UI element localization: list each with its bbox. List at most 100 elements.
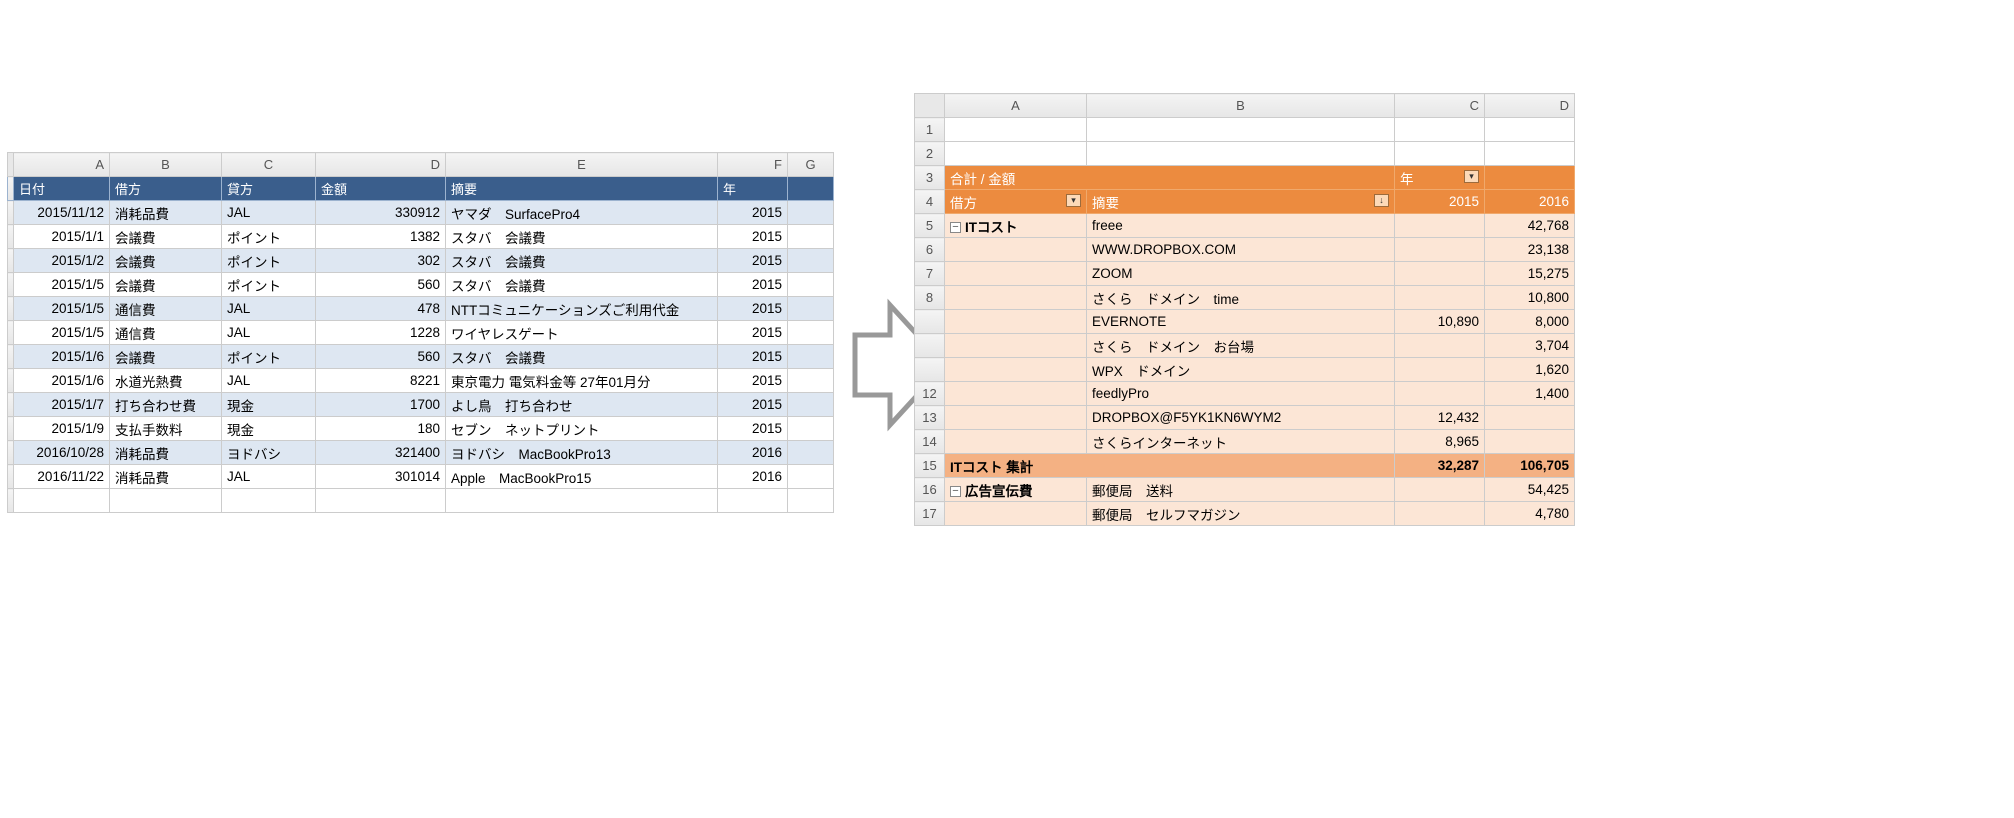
cell[interactable]: 560	[316, 273, 446, 297]
cell[interactable]: ヨドバシ	[222, 441, 316, 465]
cell[interactable]	[788, 345, 834, 369]
cell[interactable]: 1382	[316, 225, 446, 249]
pivot-value-cell[interactable]: 3,704	[1485, 334, 1575, 358]
cell[interactable]	[1395, 142, 1485, 166]
pivot-value-cell[interactable]	[1395, 286, 1485, 310]
pivot-category-cell[interactable]	[945, 430, 1087, 454]
cell[interactable]: 2015	[718, 201, 788, 225]
subtotal-row[interactable]: 15ITコスト 集計32,287106,705	[915, 454, 1575, 478]
row-header[interactable]: 3	[915, 166, 945, 190]
cell[interactable]: 2015/1/6	[14, 345, 110, 369]
cell[interactable]: 会議費	[110, 249, 222, 273]
table-row[interactable]: EVERNOTE10,8908,000	[915, 310, 1575, 334]
cell[interactable]: 2015/1/5	[14, 273, 110, 297]
col-header-C[interactable]: C	[222, 153, 316, 177]
cell[interactable]	[788, 321, 834, 345]
row-header[interactable]	[915, 334, 945, 358]
cell[interactable]: 2015	[718, 249, 788, 273]
cell[interactable]: 2015	[718, 297, 788, 321]
cell[interactable]: スタバ 会議費	[446, 225, 718, 249]
cell[interactable]: 消耗品費	[110, 441, 222, 465]
pivot-value-cell[interactable]	[1395, 238, 1485, 262]
cell[interactable]: JAL	[222, 321, 316, 345]
cell[interactable]: 水道光熱費	[110, 369, 222, 393]
cell[interactable]: 2016	[718, 465, 788, 489]
cell[interactable]: 支払手数料	[110, 417, 222, 441]
row-header[interactable]: 12	[915, 382, 945, 406]
cell[interactable]	[788, 201, 834, 225]
cell[interactable]: 321400	[316, 441, 446, 465]
table-row[interactable]: 13DROPBOX@F5YK1KN6WYM212,432	[915, 406, 1575, 430]
table-row[interactable]: WPX ドメイン1,620	[915, 358, 1575, 382]
cell[interactable]: JAL	[222, 201, 316, 225]
pivot-value-cell[interactable]: 23,138	[1485, 238, 1575, 262]
cell[interactable]: 2015/1/1	[14, 225, 110, 249]
cell[interactable]	[788, 273, 834, 297]
pivot-col-field[interactable]: 年▾	[1395, 166, 1485, 190]
cell[interactable]: JAL	[222, 369, 316, 393]
pivot-row-field-2[interactable]: 摘要↓	[1087, 190, 1395, 214]
cell[interactable]	[1395, 118, 1485, 142]
pivot-item-cell[interactable]: EVERNOTE	[1087, 310, 1395, 334]
row-header[interactable]: 17	[915, 502, 945, 526]
table-header-row[interactable]: 日付 借方 貸方 金額 摘要 年	[8, 177, 834, 201]
table-row[interactable]: 2015/1/5会議費ポイント560スタバ 会議費2015	[8, 273, 834, 297]
pivot-item-cell[interactable]: 郵便局 セルフマガジン	[1087, 502, 1395, 526]
cell[interactable]: ヨドバシ MacBookPro13	[446, 441, 718, 465]
table-row[interactable]: さくら ドメイン お台場3,704	[915, 334, 1575, 358]
cell[interactable]: 2015	[718, 273, 788, 297]
pivot-item-cell[interactable]: さくらインターネット	[1087, 430, 1395, 454]
cell[interactable]: 2015/1/5	[14, 297, 110, 321]
cell[interactable]	[788, 465, 834, 489]
select-all-corner[interactable]	[915, 94, 945, 118]
pivot-item-cell[interactable]: 郵便局 送料	[1087, 478, 1395, 502]
row-header[interactable]: 1	[915, 118, 945, 142]
col-header-D[interactable]: D	[1485, 94, 1575, 118]
cell[interactable]	[1485, 166, 1575, 190]
cell[interactable]	[446, 489, 718, 513]
pivot-value-cell[interactable]	[1395, 478, 1485, 502]
table-row[interactable]: 17郵便局 セルフマガジン4,780	[915, 502, 1575, 526]
pivot-value-cell[interactable]	[1485, 406, 1575, 430]
pivot-row-field-1[interactable]: 借方▾	[945, 190, 1087, 214]
table-row[interactable]: 8さくら ドメイン time10,800	[915, 286, 1575, 310]
table-row[interactable]: 2015/1/6会議費ポイント560スタバ 会議費2015	[8, 345, 834, 369]
cell[interactable]: 2015	[718, 393, 788, 417]
pivot-value-cell[interactable]: 1,620	[1485, 358, 1575, 382]
cell[interactable]: 2015	[718, 345, 788, 369]
cell[interactable]: スタバ 会議費	[446, 249, 718, 273]
pivot-value-cell[interactable]: 8,000	[1485, 310, 1575, 334]
pivot-value-cell[interactable]: 10,800	[1485, 286, 1575, 310]
cell[interactable]: 消耗品費	[110, 465, 222, 489]
cell[interactable]: NTTコミュニケーションズご利用代金	[446, 297, 718, 321]
cell[interactable]	[788, 441, 834, 465]
cell[interactable]: 1228	[316, 321, 446, 345]
cell[interactable]: 2015	[718, 369, 788, 393]
pivot-value-cell[interactable]	[1395, 358, 1485, 382]
table-row[interactable]	[8, 489, 834, 513]
table-row[interactable]: 2	[915, 142, 1575, 166]
pivot-value-cell[interactable]: 1,400	[1485, 382, 1575, 406]
cell[interactable]: 会議費	[110, 345, 222, 369]
col-header-E[interactable]: E	[446, 153, 718, 177]
cell[interactable]: 2016	[718, 441, 788, 465]
cell[interactable]: ポイント	[222, 225, 316, 249]
table-row[interactable]: 2016/11/22消耗品費JAL301014Apple MacBookPro1…	[8, 465, 834, 489]
cell[interactable]	[222, 489, 316, 513]
pivot-category-cell[interactable]	[945, 262, 1087, 286]
pivot-item-cell[interactable]: DROPBOX@F5YK1KN6WYM2	[1087, 406, 1395, 430]
pivot-header-row[interactable]: 4 借方▾ 摘要↓ 2015 2016	[915, 190, 1575, 214]
cell[interactable]	[1087, 142, 1395, 166]
cell[interactable]: 2015/11/12	[14, 201, 110, 225]
row-header[interactable]: 16	[915, 478, 945, 502]
cell[interactable]: 2015/1/6	[14, 369, 110, 393]
collapse-button[interactable]: −	[950, 222, 961, 233]
pivot-value-cell[interactable]: 8,965	[1395, 430, 1485, 454]
table-row[interactable]: 2015/1/1会議費ポイント1382スタバ 会議費2015	[8, 225, 834, 249]
cell[interactable]: よし鳥 打ち合わせ	[446, 393, 718, 417]
pivot-value-cell[interactable]	[1485, 430, 1575, 454]
collapse-button[interactable]: −	[950, 486, 961, 497]
cell[interactable]	[718, 489, 788, 513]
cell[interactable]	[1485, 142, 1575, 166]
table-row[interactable]: 12feedlyPro1,400	[915, 382, 1575, 406]
